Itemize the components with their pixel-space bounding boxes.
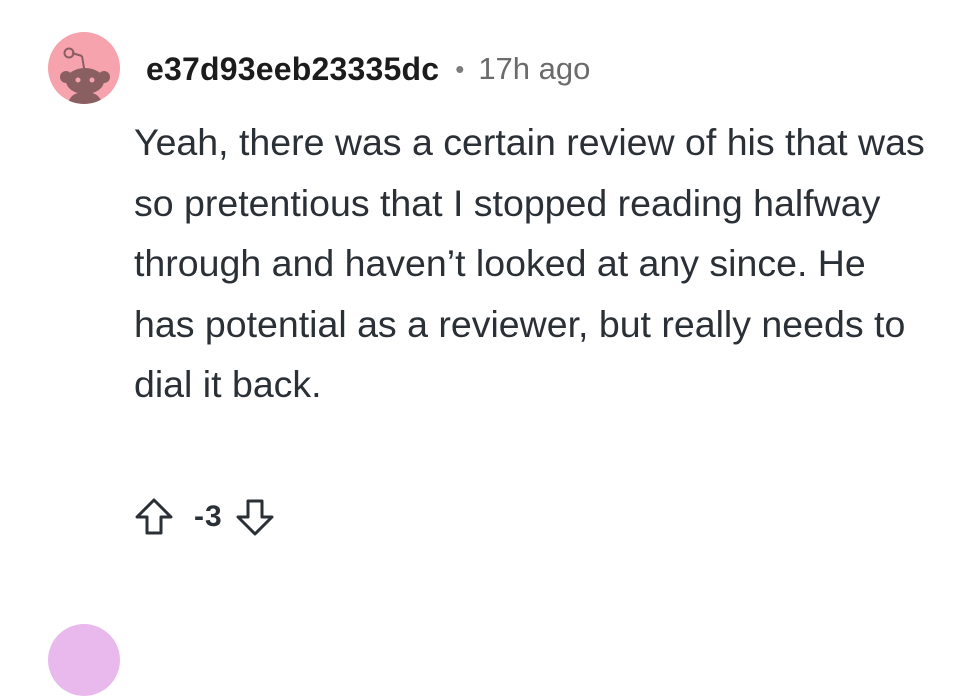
- vote-score: -3: [194, 500, 223, 533]
- snoo-avatar-icon: [60, 47, 110, 104]
- username-link[interactable]: e37d93eeb23335dc: [146, 51, 439, 88]
- comment-meta: e37d93eeb23335dc • 17h ago: [146, 47, 590, 91]
- downvote-arrow-icon: [236, 499, 274, 536]
- meta-separator: •: [455, 53, 465, 84]
- user-avatar[interactable]: [48, 32, 120, 104]
- comment: e37d93eeb23335dc • 17h ago Yeah, there w…: [0, 0, 960, 696]
- upvote-arrow-icon: [135, 498, 173, 535]
- vote-bar: -3: [130, 490, 279, 544]
- timestamp: 17h ago: [478, 51, 591, 86]
- comment-body: Yeah, there was a certain review of his …: [134, 121, 925, 405]
- downvote-button[interactable]: [231, 490, 279, 544]
- next-comment-avatar[interactable]: [48, 624, 120, 696]
- upvote-button[interactable]: [130, 490, 178, 544]
